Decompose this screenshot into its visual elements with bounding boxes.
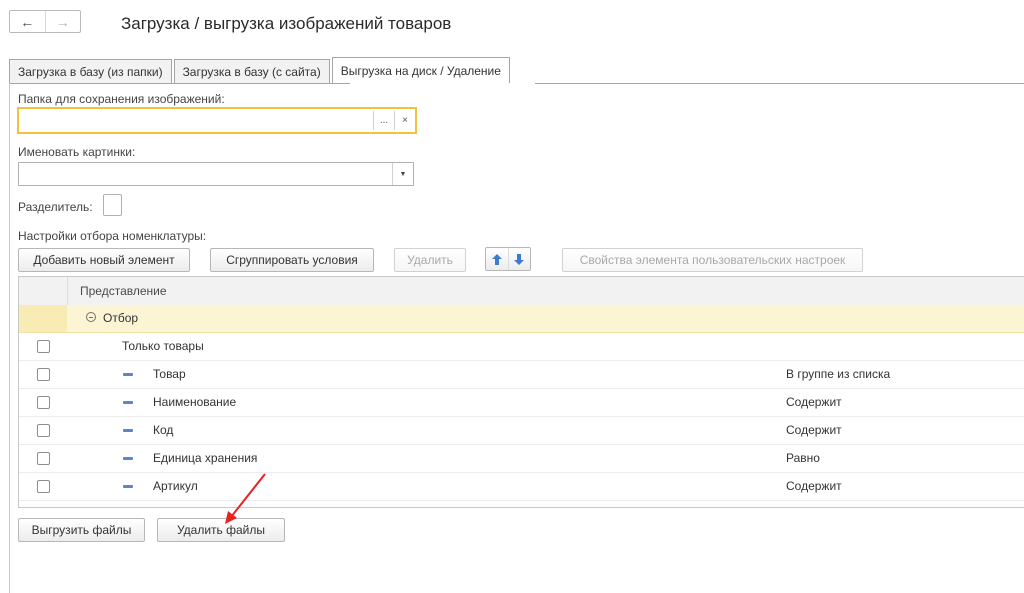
move-up-button[interactable] (486, 248, 508, 270)
table-row-partial[interactable] (19, 501, 1024, 507)
collapse-icon[interactable] (86, 312, 96, 322)
row-name: Товар (153, 367, 186, 381)
table-header: Представление (19, 277, 1024, 306)
back-button[interactable]: ← (10, 11, 45, 32)
row-condition: Содержит (786, 395, 842, 409)
tab-load-from-site[interactable]: Загрузка в базу (с сайта) (173, 59, 330, 84)
clear-icon: × (402, 115, 408, 126)
table-row[interactable]: Артикул Содержит (19, 473, 1024, 501)
filter-table: Представление Отбор Только товары Товар … (18, 276, 1024, 508)
column-header-presentation[interactable]: Представление (80, 284, 167, 298)
row-condition: Содержит (786, 479, 842, 493)
table-row[interactable]: Код Содержит (19, 417, 1024, 445)
row-name: Единица хранения (153, 451, 258, 465)
condition-dash-icon (123, 457, 133, 460)
arrow-left-icon: ← (20, 13, 35, 30)
folder-clear-button[interactable]: × (394, 111, 415, 130)
element-properties-button[interactable]: Свойства элемента пользовательских настр… (562, 248, 863, 272)
row-checkbox[interactable] (37, 340, 50, 353)
separator-label: Разделитель: (18, 200, 93, 214)
table-row[interactable]: Наименование Содержит (19, 389, 1024, 417)
history-nav: ← → (9, 10, 81, 33)
condition-dash-icon (123, 401, 133, 404)
tab-bar: Загрузка в базу (из папки) Загрузка в ба… (9, 57, 512, 84)
arrow-right-icon: → (55, 13, 70, 30)
page-title: Загрузка / выгрузка изображений товаров (121, 14, 452, 33)
move-buttons (485, 247, 531, 271)
row-checkbox[interactable] (37, 480, 50, 493)
arrow-up-icon (491, 253, 502, 265)
row-checkbox[interactable] (37, 452, 50, 465)
active-tab-gap (350, 83, 535, 84)
folder-select-button[interactable]: ... (373, 111, 394, 130)
separator-input[interactable] (103, 194, 122, 216)
tab-export-delete[interactable]: Выгрузка на диск / Удаление (331, 57, 510, 84)
move-down-button[interactable] (507, 248, 531, 270)
folder-label: Папка для сохранения изображений: (18, 92, 225, 106)
table-row[interactable]: Товар В группе из списка (19, 361, 1024, 389)
annotation-arrow-icon (225, 473, 266, 524)
name-label: Именовать картинки: (18, 145, 136, 159)
condition-dash-icon (123, 373, 133, 376)
row-condition: Содержит (786, 423, 842, 437)
name-select[interactable]: ▼ (18, 162, 414, 186)
tab-load-from-folder[interactable]: Загрузка в базу (из папки) (9, 59, 172, 84)
panel-border (9, 83, 10, 593)
row-name: Только товары (122, 339, 204, 353)
row-name: Артикул (153, 479, 198, 493)
row-condition: В группе из списка (786, 367, 891, 381)
arrow-down-icon (514, 253, 525, 265)
row-checkbox[interactable] (37, 396, 50, 409)
export-files-button[interactable]: Выгрузить файлы (18, 518, 145, 542)
table-row-group[interactable]: Отбор (19, 305, 1024, 333)
folder-input[interactable]: ... × (17, 107, 417, 134)
condition-dash-icon (123, 429, 133, 432)
table-row[interactable]: Только товары (19, 333, 1024, 361)
filter-label: Настройки отбора номенклатуры: (18, 229, 207, 243)
group-strip (19, 305, 67, 332)
row-name: Наименование (153, 395, 237, 409)
condition-dash-icon (123, 485, 133, 488)
group-label: Отбор (103, 311, 139, 325)
forward-button[interactable]: → (44, 11, 81, 32)
table-row[interactable]: Единица хранения Равно (19, 445, 1024, 473)
header-divider (67, 277, 68, 305)
chevron-down-icon[interactable]: ▼ (392, 163, 413, 185)
row-name: Код (153, 423, 174, 437)
group-conditions-button[interactable]: Сгруппировать условия (210, 248, 374, 272)
row-checkbox[interactable] (37, 368, 50, 381)
row-condition: Равно (786, 451, 820, 465)
row-checkbox[interactable] (37, 424, 50, 437)
add-element-button[interactable]: Добавить новый элемент (18, 248, 190, 272)
delete-button[interactable]: Удалить (394, 248, 466, 272)
